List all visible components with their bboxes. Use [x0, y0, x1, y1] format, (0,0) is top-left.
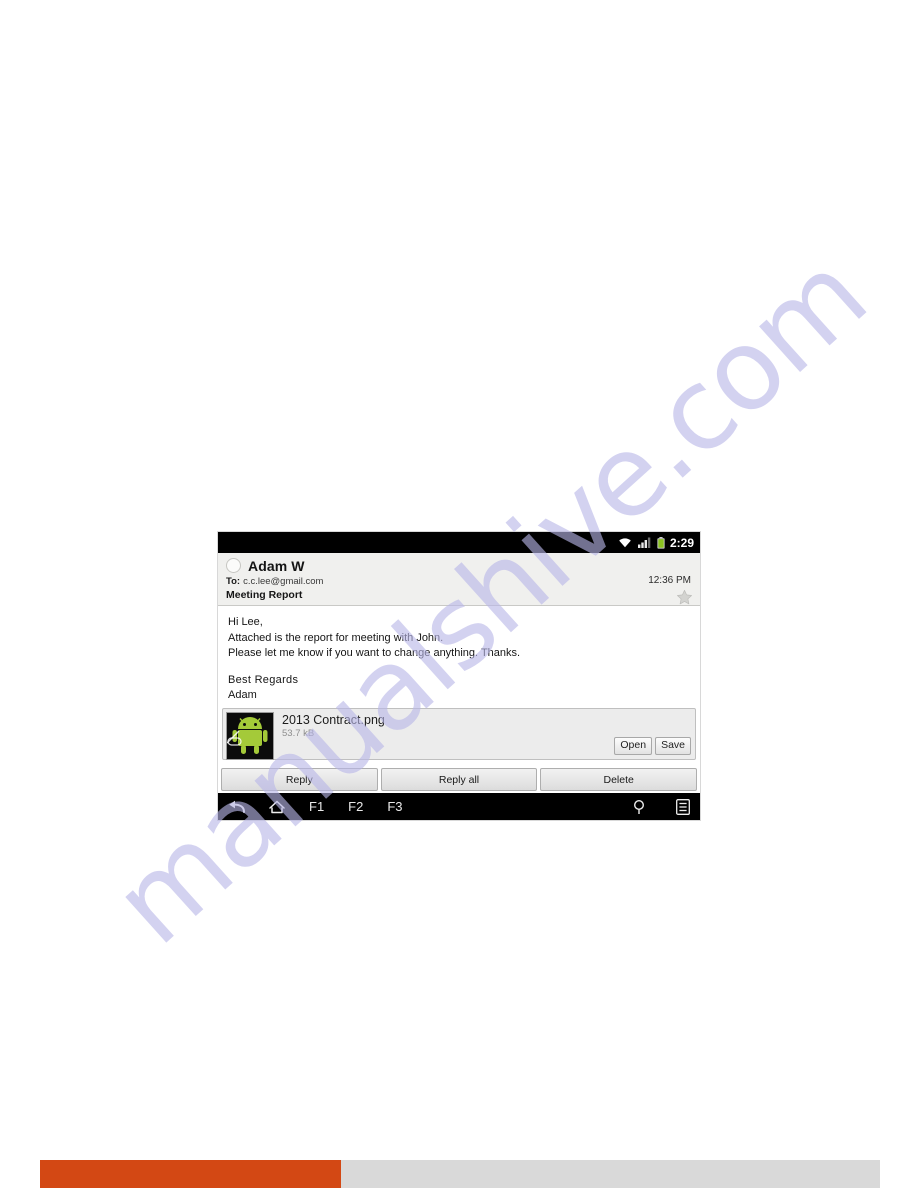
- attachment-filename: 2013 Contract.png: [282, 713, 385, 728]
- reply-all-button[interactable]: Reply all: [380, 768, 538, 791]
- android-robot-thumbnail: [226, 712, 274, 761]
- footer-secondary-bar: [341, 1160, 880, 1188]
- mail-body: Hi Lee, Attached is the report for meeti…: [218, 606, 700, 705]
- attachment-card[interactable]: 2013 Contract.png 53.7 kB Open Save: [222, 708, 696, 761]
- nav-left-group: F1 F2 F3: [228, 799, 403, 814]
- search-icon[interactable]: [632, 799, 646, 815]
- status-bar-clock: 2:29: [669, 535, 694, 550]
- star-icon[interactable]: [676, 589, 693, 611]
- back-arrow-icon[interactable]: [228, 800, 245, 814]
- mail-header: Adam W To: c.c.lee@gmail.com Meeting Rep…: [218, 553, 700, 606]
- f2-key[interactable]: F2: [348, 799, 363, 814]
- body-line: Attached is the report for meeting with …: [228, 631, 444, 644]
- to-label: To:: [226, 576, 241, 587]
- sender-row: Adam W: [226, 556, 692, 575]
- reply-button[interactable]: Reply: [221, 768, 378, 791]
- attachment-meta: 2013 Contract.png 53.7 kB: [282, 712, 385, 739]
- system-navigation-bar: F1 F2 F3: [218, 793, 700, 820]
- device-screenshot: 2:29 Adam W To: c.c.lee@gmail.com Meetin…: [218, 532, 700, 820]
- signature-name: Adam: [228, 689, 257, 702]
- status-bar-icons: [618, 536, 665, 549]
- mail-timestamp: 12:36 PM: [648, 575, 691, 586]
- open-attachment-button[interactable]: Open: [614, 736, 653, 756]
- menu-icon[interactable]: [676, 798, 690, 815]
- signature-line: Best Regards: [228, 673, 299, 686]
- mail-subject: Meeting Report: [226, 589, 303, 601]
- mail-action-bar: Reply Reply all Delete: [218, 768, 700, 793]
- contact-avatar-icon[interactable]: [226, 558, 241, 573]
- sender-name: Adam W: [248, 557, 305, 574]
- body-line: Hi Lee,: [228, 616, 263, 628]
- f1-key[interactable]: F1: [309, 799, 324, 814]
- attachment-actions: Open Save: [614, 736, 691, 756]
- footer-accent-bar: [40, 1160, 341, 1188]
- delete-button[interactable]: Delete: [540, 768, 698, 791]
- body-line: Please let me know if you want to change…: [228, 647, 521, 660]
- home-icon[interactable]: [269, 800, 285, 814]
- wifi-icon: [618, 537, 632, 548]
- cellular-signal-icon: [637, 537, 651, 548]
- to-value: c.c.lee@gmail.com: [243, 576, 324, 587]
- recipient-row: To: c.c.lee@gmail.com: [226, 576, 692, 587]
- battery-icon: [657, 536, 665, 549]
- nav-right-group: [632, 798, 690, 815]
- status-bar: 2:29: [218, 532, 700, 553]
- save-attachment-button[interactable]: Save: [655, 736, 691, 756]
- attachment-filesize: 53.7 kB: [282, 728, 315, 740]
- f3-key[interactable]: F3: [387, 799, 402, 814]
